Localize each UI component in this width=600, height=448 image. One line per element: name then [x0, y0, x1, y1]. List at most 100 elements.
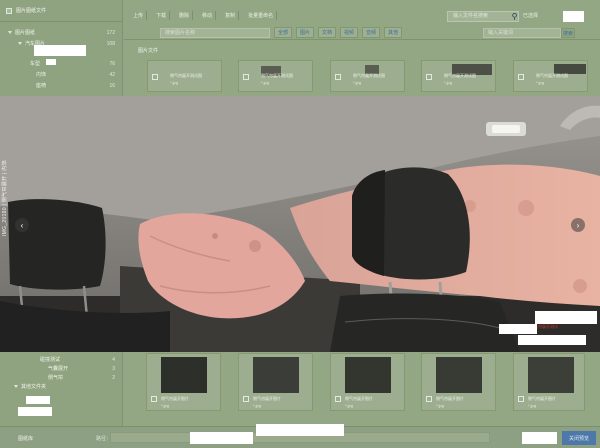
sidebar-header-checkbox[interactable]	[6, 7, 12, 14]
thumbnail-checkbox[interactable]	[335, 396, 341, 402]
sidebar-item-label: 侧气帘	[48, 375, 64, 381]
sidebar-item-label: 内饰	[36, 72, 47, 78]
redacted-block	[26, 396, 50, 404]
sidebar-item-count: 2	[112, 374, 115, 381]
sidebar-item-label: 气囊展开	[48, 366, 69, 372]
toolbar-copy-button[interactable]: 复制	[222, 10, 240, 20]
chevron-down-icon[interactable]	[14, 385, 18, 388]
thumbnail-label: 侧气帘展开图片	[436, 396, 464, 401]
redacted-block	[499, 324, 537, 334]
thumbnail-image	[528, 357, 574, 393]
sidebar-item[interactable]: 车型 76	[0, 58, 123, 69]
sidebar-item-count: 42	[109, 71, 115, 78]
thumbnail-checkbox[interactable]	[243, 74, 249, 80]
thumbnail-checkbox[interactable]	[151, 396, 157, 402]
sidebar-item[interactable]: 图片图纸 172	[0, 27, 123, 38]
thumbnail-label: 侧气帘展开图片	[345, 396, 373, 401]
chevron-down-icon[interactable]	[8, 31, 12, 34]
thumbnail-label: 侧气帘展开图片	[528, 396, 556, 401]
toolbar-move-button[interactable]: 移动	[199, 10, 217, 20]
filter-input[interactable]: 搜索图片名称	[160, 27, 270, 38]
redacted-block	[190, 432, 253, 444]
thumbnail-checkbox[interactable]	[335, 74, 341, 80]
sidebar-item-count: 16	[109, 82, 115, 89]
filter-chip[interactable]: 视频	[340, 27, 359, 38]
thumbnail-checkbox[interactable]	[243, 396, 249, 402]
thumbnail-checkbox[interactable]	[518, 396, 524, 402]
sidebar-item-count: 172	[106, 29, 115, 36]
sidebar-header[interactable]: 图片图纸文件	[0, 0, 122, 22]
filter-chip[interactable]: 图片	[296, 27, 315, 38]
redacted-block	[18, 407, 52, 416]
redacted-block	[563, 11, 584, 22]
thumbnail-card[interactable]: 侧气帘展开图片 *.jpg	[513, 353, 585, 411]
sidebar-item-label: 座椅	[36, 83, 47, 89]
thumbnail-ext: *.jpg	[353, 80, 362, 85]
toolbar-upload-button[interactable]: 上传	[130, 10, 148, 20]
sidebar-header-label: 图片图纸文件	[16, 8, 47, 14]
thumbnail-label: 侧气帘展开图片	[253, 396, 281, 401]
sidebar-item-label: 其他文件夹	[21, 384, 47, 390]
thumbnail-card[interactable]: 侧气帘展开图片 *.jpg	[330, 353, 405, 411]
redacted-block	[518, 335, 586, 345]
next-arrow-icon[interactable]: ›	[571, 218, 585, 232]
thumbnail-ext: *.jpg	[161, 403, 170, 408]
thumbnail-label: 侧气帘展开测试图	[170, 73, 202, 78]
sidebar-item-label: 图片图纸	[15, 30, 36, 36]
thumbnail-label: 侧气帘展开测试图	[444, 73, 476, 78]
sidebar-item[interactable]: 内饰 42	[0, 69, 123, 80]
thumbnail-image	[345, 357, 391, 393]
thumbnail-label: 侧气帘展开测试图	[261, 73, 293, 78]
thumbnail-card[interactable]: 侧气帘展开图片 *.jpg	[421, 353, 496, 411]
footer-label: 图纸库	[18, 436, 34, 442]
thumbnail-card[interactable]: 侧气帘展开测试图 *.jpg	[513, 60, 588, 92]
redacted-block	[535, 311, 597, 324]
filter-chip[interactable]: 全部	[274, 27, 293, 38]
thumbnail-ext: *.jpg	[170, 80, 179, 85]
filter-chip[interactable]: 音频	[362, 27, 381, 38]
image-watermark: IMG_20190 | 侧气帘展开 | 内饰	[1, 160, 221, 236]
keyword-search-input[interactable]: 输入关键词	[483, 28, 561, 38]
thumbnail-card[interactable]: 侧气帘展开测试图 *.jpg	[147, 60, 222, 92]
redacted-block	[256, 424, 344, 436]
toolbar-rename-button[interactable]: 批量重命名	[245, 10, 278, 20]
thumbnail-checkbox[interactable]	[518, 74, 524, 80]
thumbnail-ext: *.jpg	[261, 80, 270, 85]
sidebar-item[interactable]: 其他文件夹	[0, 381, 123, 392]
thumbnail-image	[253, 357, 299, 393]
sidebar-item[interactable]: 座椅 16	[0, 80, 123, 91]
thumbnail-card[interactable]: 侧气帘展开图片 *.jpg	[146, 353, 221, 411]
thumbnail-checkbox[interactable]	[152, 74, 158, 80]
sidebar-item-label: 车型	[30, 61, 41, 67]
thumbnail-checkbox[interactable]	[426, 74, 432, 80]
thumbnail-label: 侧气帘展开测试图	[536, 73, 568, 78]
toolbar-download-button[interactable]: 下载	[153, 10, 171, 20]
chevron-down-icon[interactable]	[18, 42, 22, 45]
thumbnail-ext: *.jpg	[536, 80, 545, 85]
thumbnail-card[interactable]: 侧气帘展开测试图 *.jpg	[330, 60, 405, 92]
thumbnail-label: 侧气帘展开图片	[161, 396, 189, 401]
redacted-block	[46, 59, 56, 65]
thumbnail-card[interactable]: 侧气帘展开图片 *.jpg	[238, 353, 313, 411]
filter-chip[interactable]: 文档	[318, 27, 337, 38]
filter-chip[interactable]: 其他	[384, 27, 403, 38]
thumbnail-image	[436, 357, 482, 393]
thumbnail-card[interactable]: 侧气帘展开测试图 *.jpg	[421, 60, 496, 92]
thumbnail-card[interactable]: 侧气帘展开测试图 *.jpg	[238, 60, 313, 92]
image-viewer[interactable]: IMG_20190 | 侧气帘展开 | 内饰 ‹ › 侧气帘展开测试	[0, 96, 600, 352]
section-title: 图片文件	[138, 48, 159, 54]
keyword-search-button[interactable]: 搜索	[561, 28, 575, 38]
previous-arrow-icon[interactable]: ‹	[15, 218, 29, 232]
thumbnail-checkbox[interactable]	[426, 396, 432, 402]
close-preview-button[interactable]: 关闭预览	[562, 431, 596, 445]
thumbnail-ext: *.jpg	[528, 403, 537, 408]
sidebar-item-label: 碰撞测试	[40, 357, 61, 363]
thumbnail-ext: *.jpg	[436, 403, 445, 408]
thumbnail-ext: *.jpg	[345, 403, 354, 408]
sidebar-item-count: 4	[112, 356, 115, 363]
sidebar-item-count: 108	[106, 40, 115, 47]
search-icon[interactable]: ⚲	[509, 11, 520, 22]
redacted-block	[522, 432, 557, 444]
toolbar-delete-button[interactable]: 删除	[176, 10, 194, 20]
sidebar-item-count: 76	[109, 60, 115, 67]
